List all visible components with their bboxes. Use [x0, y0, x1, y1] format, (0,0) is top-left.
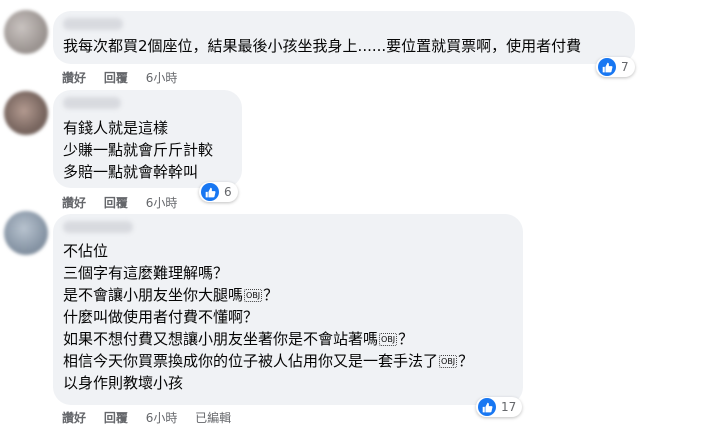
reply-link[interactable]: 回覆 [104, 196, 128, 210]
comment-line: 以身作則教壞小孩 [63, 374, 184, 392]
reply-link[interactable]: 回覆 [104, 411, 128, 425]
like-link[interactable]: 讚好 [62, 196, 86, 210]
comment-line-suffix: ？ [458, 352, 474, 370]
comment-line: 不佔位 [63, 242, 109, 260]
like-icon [478, 398, 496, 416]
commenter-name-blurred[interactable] [63, 18, 123, 30]
like-icon [598, 58, 616, 76]
user-avatar[interactable] [4, 211, 48, 255]
comment-bubble: 有錢人就是這樣少賺一點就會斤斤計較 多賠一點就會幹幹叫 [53, 90, 242, 188]
comment-line: 相信今天你買票換成你的位子被人佔用你又是一套手法了 OBJ？ [63, 350, 473, 372]
comment-line: 如果不想付費又想讓小朋友坐著你是不會站著嗎 OBJ？ [63, 328, 473, 350]
comment-line: 多賠一點就會幹幹叫 [63, 163, 199, 181]
comment-actions: 讚好 回覆 6小時 [62, 194, 191, 211]
comment-actions: 讚好 回覆 6小時 已編輯 [62, 409, 245, 426]
comment-line-text: 相信今天你買票換成你的位子被人佔用你又是一套手法了 [63, 352, 439, 370]
object-emoji-icon: OBJ [379, 333, 398, 346]
reply-link[interactable]: 回覆 [104, 71, 128, 85]
timestamp[interactable]: 6小時 [146, 196, 178, 210]
commenter-name-blurred[interactable] [63, 221, 133, 233]
like-icon [201, 183, 219, 201]
user-avatar[interactable] [4, 10, 48, 54]
comment-text: 我每次都買2個座位，結果最後小孩坐我身上......要位置就買票啊，使用者付費 [63, 35, 581, 57]
comment-line-text: 是不會讓小朋友坐你大腿嗎 [63, 286, 244, 304]
reaction-badge[interactable]: 17 [476, 397, 523, 417]
object-emoji-icon: OBJ [244, 289, 263, 302]
like-link[interactable]: 讚好 [62, 411, 86, 425]
comment-actions: 讚好 回覆 6小時 [62, 69, 191, 86]
comment-bubble: 我每次都買2個座位，結果最後小孩坐我身上......要位置就買票啊，使用者付費 [53, 11, 635, 64]
like-link[interactable]: 讚好 [62, 71, 86, 85]
comment-bubble: 不佔位 三個字有這麼難理解嗎？ 是不會讓小朋友坐你大腿嗎 OBJ？什麼叫做使用者付費不… [53, 214, 523, 405]
comment-line: 有錢人就是這樣 [63, 119, 169, 137]
comment-line: 什麼叫做使用者付費不懂啊？ [63, 308, 259, 326]
comment-line: 是不會讓小朋友坐你大腿嗎 OBJ？ [63, 284, 473, 306]
reaction-count: 7 [621, 60, 629, 74]
reaction-count: 6 [224, 185, 232, 199]
object-emoji-icon: OBJ [439, 355, 458, 368]
comment-text: 不佔位 三個字有這麼難理解嗎？ 是不會讓小朋友坐你大腿嗎 OBJ？什麼叫做使用者付費不… [63, 240, 473, 394]
comment-line-suffix: ？ [263, 286, 279, 304]
reaction-count: 17 [501, 400, 517, 414]
comment-line-suffix: ？ [398, 330, 414, 348]
comment-line: 三個字有這麼難理解嗎？ [63, 264, 229, 282]
commenter-name-blurred[interactable] [63, 97, 121, 109]
comment-line: 我每次都買2個座位，結果最後小孩坐我身上......要位置就買票啊，使用者付費 [63, 37, 582, 55]
reaction-badge[interactable]: 6 [199, 182, 238, 202]
edited-label[interactable]: 已編輯 [195, 411, 231, 425]
comment-line-text: 如果不想付費又想讓小朋友坐著你是不會站著嗎 [63, 330, 379, 348]
user-avatar[interactable] [4, 91, 48, 135]
reaction-badge[interactable]: 7 [596, 57, 635, 77]
timestamp[interactable]: 6小時 [146, 411, 178, 425]
comment-text: 有錢人就是這樣少賺一點就會斤斤計較 多賠一點就會幹幹叫 [63, 117, 213, 183]
timestamp[interactable]: 6小時 [146, 71, 178, 85]
comment-line: 少賺一點就會斤斤計較 [63, 141, 214, 159]
